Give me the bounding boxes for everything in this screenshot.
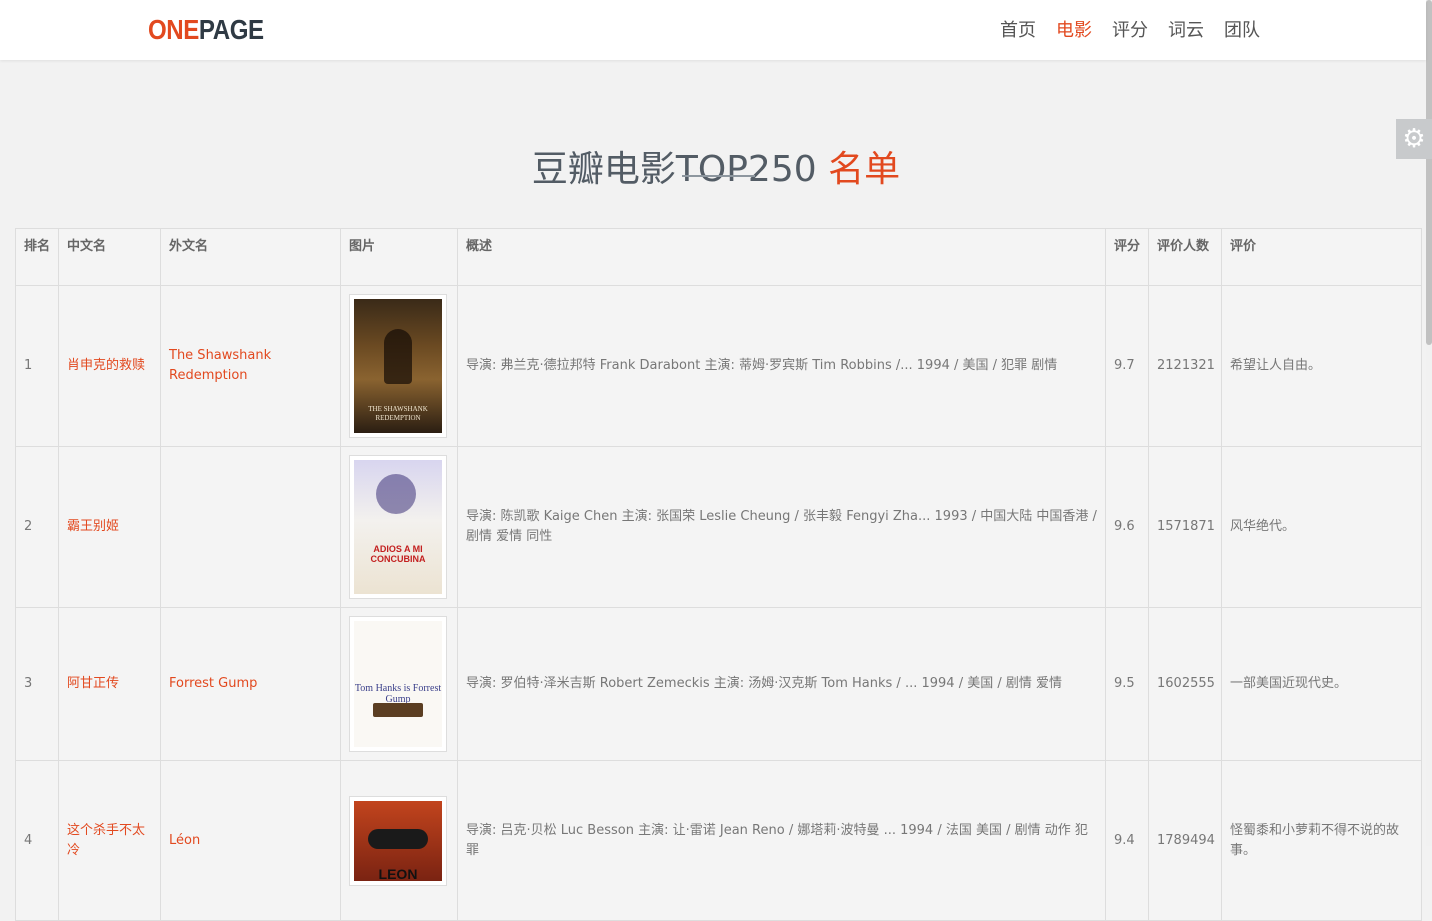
- logo-one: ONE: [148, 14, 199, 45]
- cell-image: Tom Hanks is Forrest Gump: [340, 607, 458, 761]
- cell-foreign-name[interactable]: [160, 446, 341, 608]
- poster-image: ADIOS A MI CONCUBINA: [354, 460, 442, 594]
- gear-icon: ⚙: [1402, 124, 1426, 154]
- nav-item-ratings[interactable]: 评分: [1112, 18, 1148, 44]
- movie-poster[interactable]: Tom Hanks is Forrest Gump: [349, 616, 447, 752]
- poster-caption: LEON: [378, 865, 418, 881]
- site-logo[interactable]: ONEPAGE: [148, 12, 264, 48]
- cell-comment: 一部美国近现代史。: [1221, 607, 1422, 761]
- poster-caption: Tom Hanks is Forrest Gump: [354, 683, 442, 705]
- poster-caption: THE SHAWSHANK REDEMPTION: [368, 405, 428, 422]
- cell-foreign-name[interactable]: Forrest Gump: [160, 607, 341, 761]
- cell-score: 9.7: [1105, 285, 1149, 447]
- cell-votes: 1602555: [1148, 607, 1222, 761]
- top-navbar: ONEPAGE 首页 电影 评分 词云 团队: [0, 0, 1426, 60]
- title-divider: [682, 175, 755, 177]
- header-comment: 评价: [1221, 228, 1422, 286]
- cell-rank: 2: [15, 446, 59, 608]
- cell-votes: 1789494: [1148, 760, 1222, 921]
- movie-poster[interactable]: LEON: [349, 795, 447, 886]
- cell-summary: 导演: 弗兰克·德拉邦特 Frank Darabont 主演: 蒂姆·罗宾斯 T…: [457, 285, 1106, 447]
- cell-rank: 1: [15, 285, 59, 447]
- cell-cn-name[interactable]: 霸王别姬: [58, 446, 161, 608]
- header-score: 评分: [1105, 228, 1149, 286]
- cell-image: THE SHAWSHANK REDEMPTION: [340, 285, 458, 447]
- cell-cn-name[interactable]: 这个杀手不太冷: [58, 760, 161, 921]
- table-header-row: 排名 中文名 外文名 图片 概述 评分 评价人数 评价: [15, 228, 1422, 286]
- cell-cn-name[interactable]: 阿甘正传: [58, 607, 161, 761]
- header-image: 图片: [340, 228, 458, 286]
- movies-table: 排名 中文名 外文名 图片 概述 评分 评价人数 评价 1 肖申克的救赎 The…: [15, 228, 1422, 921]
- nav-item-team[interactable]: 团队: [1224, 18, 1260, 44]
- logo-page: PAGE: [198, 14, 264, 45]
- header-rank: 排名: [15, 228, 59, 286]
- cell-summary: 导演: 吕克·贝松 Luc Besson 主演: 让·雷诺 Jean Reno …: [457, 760, 1106, 921]
- settings-tab[interactable]: ⚙: [1396, 119, 1432, 159]
- page-title: 豆瓣电影TOP250 名单: [0, 144, 1432, 196]
- cell-foreign-name[interactable]: The Shawshank Redemption: [160, 285, 341, 447]
- movie-poster[interactable]: THE SHAWSHANK REDEMPTION: [349, 294, 447, 438]
- header-foreign-name: 外文名: [160, 228, 341, 286]
- cell-votes: 1571871: [1148, 446, 1222, 608]
- cell-summary: 导演: 陈凯歌 Kaige Chen 主演: 张国荣 Leslie Cheung…: [457, 446, 1106, 608]
- cell-score: 9.5: [1105, 607, 1149, 761]
- cell-comment: 怪蜀黍和小萝莉不得不说的故事。: [1221, 760, 1422, 921]
- table-row: 1 肖申克的救赎 The Shawshank Redemption THE SH…: [15, 285, 1422, 447]
- nav-menu: 首页 电影 评分 词云 团队: [1000, 18, 1280, 44]
- movie-poster[interactable]: ADIOS A MI CONCUBINA: [349, 455, 447, 599]
- cell-cn-name[interactable]: 肖申克的救赎: [58, 285, 161, 447]
- page-title-main: 豆瓣电影TOP250: [531, 149, 817, 191]
- poster-figure: [376, 474, 416, 514]
- poster-figure: [373, 703, 423, 717]
- header-summary: 概述: [457, 228, 1106, 286]
- table-row: 3 阿甘正传 Forrest Gump Tom Hanks is Forrest…: [15, 607, 1422, 761]
- poster-image: THE SHAWSHANK REDEMPTION: [354, 299, 442, 433]
- cell-comment: 风华绝代。: [1221, 446, 1422, 608]
- cell-votes: 2121321: [1148, 285, 1222, 447]
- cell-foreign-name[interactable]: Léon: [160, 760, 341, 921]
- cell-rank: 4: [15, 760, 59, 921]
- header-votes: 评价人数: [1148, 228, 1222, 286]
- header-cn-name: 中文名: [58, 228, 161, 286]
- table-row: 2 霸王别姬 ADIOS A MI CONCUBINA 导演: 陈凯歌 Kaig…: [15, 446, 1422, 608]
- cell-score: 9.4: [1105, 760, 1149, 921]
- nav-item-wordcloud[interactable]: 词云: [1168, 18, 1204, 44]
- poster-image: LEON: [354, 800, 442, 881]
- poster-image: Tom Hanks is Forrest Gump: [354, 621, 442, 747]
- cell-score: 9.6: [1105, 446, 1149, 608]
- poster-figure: [384, 329, 412, 384]
- poster-caption: ADIOS A MI CONCUBINA: [370, 544, 426, 564]
- nav-item-movies[interactable]: 电影: [1056, 18, 1092, 44]
- cell-rank: 3: [15, 607, 59, 761]
- nav-item-home[interactable]: 首页: [1000, 18, 1036, 44]
- page-title-highlight: 名单: [828, 149, 901, 191]
- table-row: 4 这个杀手不太冷 Léon LEON 导演: 吕克·贝松 Luc Besson…: [15, 760, 1422, 921]
- cell-summary: 导演: 罗伯特·泽米吉斯 Robert Zemeckis 主演: 汤姆·汉克斯 …: [457, 607, 1106, 761]
- cell-comment: 希望让人自由。: [1221, 285, 1422, 447]
- cell-image: ADIOS A MI CONCUBINA: [340, 446, 458, 608]
- cell-image: LEON: [340, 760, 458, 921]
